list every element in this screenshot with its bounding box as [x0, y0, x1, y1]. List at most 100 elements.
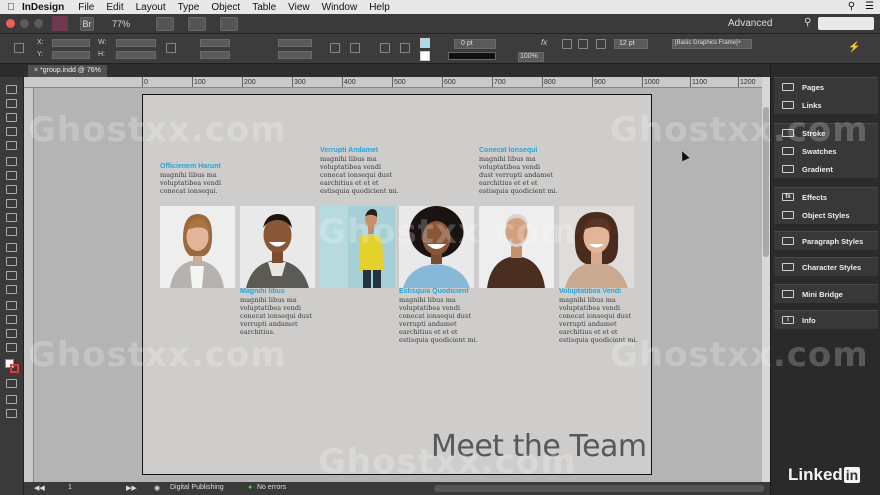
- vertical-scrollbar[interactable]: [762, 77, 770, 482]
- page-number-field[interactable]: 1: [68, 484, 72, 491]
- page-tool-icon[interactable]: [6, 113, 17, 122]
- ellipse-tool-icon[interactable]: [6, 227, 17, 236]
- stroke-color-icon[interactable]: [10, 364, 19, 373]
- spotlight-icon[interactable]: ⚲: [848, 1, 855, 12]
- menu-edit[interactable]: Edit: [106, 2, 123, 13]
- auto-fit-icon[interactable]: [596, 39, 606, 49]
- note-tool-icon[interactable]: [6, 301, 17, 310]
- horizontal-scrollbar[interactable]: [434, 485, 764, 492]
- width-field[interactable]: [116, 39, 156, 47]
- pen-tool-icon[interactable]: [6, 185, 17, 194]
- team-text-verrupti[interactable]: Verrupti Andamet magnihi libus ma volupt…: [320, 146, 406, 195]
- fill-swatch[interactable]: [420, 38, 430, 48]
- menu-view[interactable]: View: [288, 2, 310, 13]
- team-text-voluptatibea[interactable]: Voluptatibea Vendi magnihi libus ma volu…: [559, 287, 645, 344]
- gradient-tool-icon[interactable]: [6, 271, 17, 280]
- gradient-feather-tool-icon[interactable]: [6, 285, 17, 294]
- menu-table[interactable]: Table: [252, 2, 276, 13]
- zoom-level-select[interactable]: 77%: [112, 17, 142, 31]
- select-content-icon[interactable]: [400, 43, 410, 53]
- fitting-content-icon[interactable]: [562, 39, 572, 49]
- screen-mode-tool-icon[interactable]: [6, 409, 17, 418]
- formatting-affects-text-icon[interactable]: [6, 379, 17, 388]
- arrange-documents-icon[interactable]: [220, 17, 238, 31]
- eyedropper-tool-icon[interactable]: [6, 315, 17, 324]
- close-window-button[interactable]: [6, 19, 15, 28]
- vertical-scroll-thumb[interactable]: [763, 107, 769, 257]
- content-collector-icon[interactable]: [6, 141, 17, 150]
- preflight-status[interactable]: No errors: [257, 484, 286, 491]
- preflight-profile-icon[interactable]: ◉: [154, 484, 160, 492]
- notifications-icon[interactable]: ☰: [865, 1, 874, 12]
- rotation-field[interactable]: [278, 39, 312, 47]
- workspace-switcher[interactable]: Advanced: [728, 17, 772, 31]
- select-container-icon[interactable]: [380, 43, 390, 53]
- hand-tool-icon[interactable]: [6, 329, 17, 338]
- direct-selection-tool-icon[interactable]: [6, 99, 17, 108]
- preflight-profile-select[interactable]: Digital Publishing: [170, 484, 224, 491]
- menu-help[interactable]: Help: [369, 2, 390, 13]
- free-transform-tool-icon[interactable]: [6, 257, 17, 266]
- team-photo-6[interactable]: [559, 206, 634, 288]
- apple-icon[interactable]: : [0, 2, 22, 13]
- zoom-window-button[interactable]: [34, 19, 43, 28]
- constrain-proportions-icon[interactable]: [166, 43, 176, 53]
- stroke-type-select[interactable]: [448, 52, 496, 60]
- panel-stroke[interactable]: Stroke: [774, 124, 878, 142]
- panel-info[interactable]: i Info: [774, 311, 878, 329]
- document-page[interactable]: Officienem Harunt magnihi libus ma volup…: [142, 94, 652, 475]
- team-text-estisquia[interactable]: Estisquia Quodicient magnihi libus ma vo…: [399, 287, 485, 344]
- scale-y-field[interactable]: [200, 51, 230, 59]
- apply-color-icon[interactable]: [6, 395, 17, 404]
- panel-effects[interactable]: fx Effects: [774, 188, 878, 206]
- effects-icon[interactable]: fx: [541, 38, 547, 47]
- flip-icon[interactable]: [350, 43, 360, 53]
- screen-mode-icon[interactable]: [188, 17, 206, 31]
- panel-object-styles[interactable]: Object Styles: [774, 206, 878, 224]
- fitting-frame-icon[interactable]: [578, 39, 588, 49]
- height-field[interactable]: [116, 51, 156, 59]
- lightning-icon[interactable]: ⚡: [848, 42, 860, 53]
- line-tool-icon[interactable]: [6, 171, 17, 180]
- team-photo-3[interactable]: [320, 206, 395, 288]
- team-text-magnihi[interactable]: Magnihi libus magnihi libus ma voluptati…: [240, 287, 326, 336]
- y-position-field[interactable]: [52, 51, 90, 59]
- app-menu[interactable]: InDesign: [22, 2, 64, 13]
- panel-swatches[interactable]: Swatches: [774, 142, 878, 160]
- scale-x-field[interactable]: [200, 39, 230, 47]
- x-position-field[interactable]: [52, 39, 90, 47]
- scissors-tool-icon[interactable]: [6, 243, 17, 252]
- team-photo-1[interactable]: [160, 206, 235, 288]
- bridge-button[interactable]: Br: [80, 17, 94, 31]
- rotate-icon[interactable]: [330, 43, 340, 53]
- menu-type[interactable]: Type: [178, 2, 200, 13]
- team-text-officienem[interactable]: Officienem Harunt magnihi libus ma volup…: [160, 162, 246, 195]
- first-page-icon[interactable]: ◀◀: [34, 484, 45, 492]
- team-photo-2[interactable]: [240, 206, 315, 288]
- panel-pages[interactable]: Pages: [774, 78, 878, 96]
- next-page-icon[interactable]: ▶▶: [126, 484, 137, 492]
- selection-tool-icon[interactable]: [6, 85, 17, 94]
- menu-window[interactable]: Window: [322, 2, 358, 13]
- menu-object[interactable]: Object: [211, 2, 240, 13]
- document-tab[interactable]: × *group.indd @ 76%: [28, 65, 107, 77]
- stroke-swatch[interactable]: [420, 51, 430, 61]
- pasteboard[interactable]: Officienem Harunt magnihi libus ma volup…: [34, 88, 762, 482]
- help-search-input[interactable]: [818, 17, 874, 30]
- panel-mini-bridge[interactable]: Mini Bridge: [774, 285, 878, 303]
- reference-point-icon[interactable]: [14, 43, 24, 53]
- view-options-icon[interactable]: [156, 17, 174, 31]
- rectangle-frame-tool-icon[interactable]: [6, 213, 17, 222]
- gap-tool-icon[interactable]: [6, 127, 17, 136]
- pencil-tool-icon[interactable]: [6, 199, 17, 208]
- zoom-tool-icon[interactable]: [6, 343, 17, 352]
- panel-links[interactable]: Links: [774, 96, 878, 114]
- shear-field[interactable]: [278, 51, 312, 59]
- type-tool-icon[interactable]: [6, 157, 17, 166]
- team-photo-5[interactable]: [479, 206, 554, 288]
- panel-gradient[interactable]: Gradient: [774, 160, 878, 178]
- page-title[interactable]: Meet the Team: [431, 429, 647, 464]
- menu-layout[interactable]: Layout: [136, 2, 166, 13]
- team-photo-4[interactable]: [399, 206, 474, 288]
- panel-paragraph-styles[interactable]: Paragraph Styles: [774, 232, 878, 250]
